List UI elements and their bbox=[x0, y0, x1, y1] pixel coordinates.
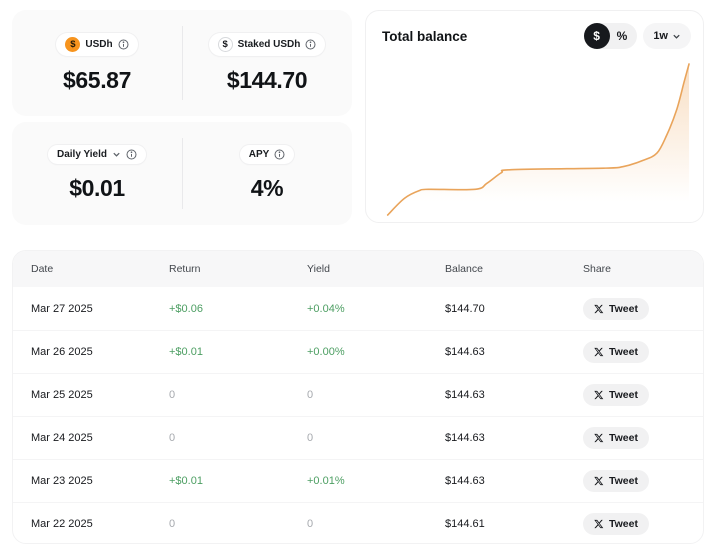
row-date: Mar 27 2025 bbox=[31, 302, 93, 315]
tweet-button-label: Tweet bbox=[609, 389, 638, 401]
row-return: 0 bbox=[169, 389, 176, 401]
x-logo-icon bbox=[594, 347, 604, 357]
row-return: 0 bbox=[169, 432, 176, 444]
chart-title: Total balance bbox=[382, 28, 468, 44]
table-row: Mar 24 2025 0 0 $144.63 Tweet bbox=[13, 416, 703, 459]
column-header-balance: Balance bbox=[445, 263, 483, 275]
range-dropdown[interactable]: 1w bbox=[643, 23, 691, 49]
row-return: +$0.01 bbox=[169, 346, 203, 358]
row-date: Mar 22 2025 bbox=[31, 518, 93, 530]
row-balance: $144.61 bbox=[445, 518, 485, 530]
staked-usdh-badge[interactable]: $ Staked USDh bbox=[208, 32, 326, 56]
info-icon[interactable] bbox=[118, 39, 129, 50]
chevron-down-icon bbox=[113, 152, 120, 157]
unit-percent-option[interactable]: % bbox=[610, 29, 638, 43]
staked-usdh-coin-icon: $ bbox=[217, 36, 233, 52]
row-return: 0 bbox=[169, 518, 176, 530]
row-yield: 0 bbox=[307, 518, 314, 530]
column-header-yield: Yield bbox=[307, 263, 330, 275]
usdh-value: $65.87 bbox=[63, 66, 131, 93]
history-table: Date Return Yield Balance Share Mar 27 2… bbox=[12, 250, 704, 544]
column-header-date: Date bbox=[31, 263, 54, 275]
row-return: +$0.06 bbox=[169, 302, 203, 315]
tweet-button[interactable]: Tweet bbox=[583, 297, 649, 320]
apy-value: 4% bbox=[250, 175, 284, 201]
staked-usdh-label: Staked USDh bbox=[237, 38, 301, 50]
chevron-down-icon bbox=[673, 34, 680, 39]
table-row: Mar 27 2025 +$0.06 +0.04% $144.70 Tweet bbox=[13, 287, 703, 330]
divider bbox=[182, 138, 183, 209]
table-row: Mar 25 2025 0 0 $144.63 Tweet bbox=[13, 373, 703, 416]
daily-yield-dropdown[interactable]: Daily Yield bbox=[47, 145, 147, 164]
table-header-row: Date Return Yield Balance Share bbox=[13, 251, 703, 287]
staked-usdh-stat: $ Staked USDh $144.70 bbox=[182, 10, 352, 116]
x-logo-icon bbox=[594, 433, 604, 443]
table-row: Mar 22 2025 0 0 $144.61 Tweet bbox=[13, 502, 703, 543]
apy-stat: APY 4% bbox=[182, 122, 352, 225]
column-header-return: Return bbox=[169, 263, 201, 275]
daily-yield-value: $0.01 bbox=[69, 175, 125, 201]
yield-apy-card: Daily Yield $0.01 APY 4% bbox=[12, 122, 352, 225]
table-row: Mar 23 2025 +$0.01 +0.01% $144.63 Tweet bbox=[13, 459, 703, 502]
tweet-button[interactable]: Tweet bbox=[583, 341, 649, 363]
row-yield: 0 bbox=[307, 432, 314, 444]
daily-yield-label: Daily Yield bbox=[56, 149, 108, 160]
row-yield: +0.00% bbox=[307, 346, 345, 358]
tweet-button[interactable]: Tweet bbox=[583, 470, 649, 492]
row-date: Mar 23 2025 bbox=[31, 475, 93, 487]
column-header-share: Share bbox=[583, 263, 612, 275]
daily-yield-stat: Daily Yield $0.01 bbox=[12, 122, 182, 225]
total-balance-card: Total balance $ % 1w bbox=[365, 10, 704, 223]
tweet-button-label: Tweet bbox=[609, 518, 638, 530]
tweet-button[interactable]: Tweet bbox=[583, 384, 649, 406]
row-return: +$0.01 bbox=[169, 475, 203, 487]
usdh-coin-icon: $ bbox=[65, 36, 81, 52]
tweet-button[interactable]: Tweet bbox=[583, 513, 649, 535]
table-row: Mar 26 2025 +$0.01 +0.00% $144.63 Tweet bbox=[13, 330, 703, 373]
row-date: Mar 25 2025 bbox=[31, 389, 93, 401]
row-balance: $144.70 bbox=[445, 302, 485, 315]
tweet-button-label: Tweet bbox=[609, 432, 638, 444]
dashboard-page: $ USDh $65.87 $ Staked USDh $144.70 Dail… bbox=[0, 0, 716, 551]
apy-badge[interactable]: APY bbox=[239, 145, 295, 164]
x-logo-icon bbox=[594, 304, 604, 313]
row-balance: $144.63 bbox=[445, 432, 485, 444]
row-yield: +0.01% bbox=[307, 475, 345, 487]
x-logo-icon bbox=[594, 390, 604, 400]
divider bbox=[182, 26, 183, 100]
row-yield: +0.04% bbox=[307, 302, 345, 315]
unit-dollar-option[interactable]: $ bbox=[583, 23, 610, 49]
range-label: 1w bbox=[653, 30, 668, 42]
usdh-badge[interactable]: $ USDh bbox=[56, 32, 138, 56]
info-icon[interactable] bbox=[274, 149, 285, 160]
balance-area-chart[interactable] bbox=[374, 57, 695, 217]
row-yield: 0 bbox=[307, 389, 314, 401]
tweet-button-label: Tweet bbox=[609, 302, 638, 315]
tweet-button-label: Tweet bbox=[609, 475, 638, 487]
row-balance: $144.63 bbox=[445, 389, 485, 401]
balances-card: $ USDh $65.87 $ Staked USDh $144.70 bbox=[12, 10, 352, 116]
row-date: Mar 24 2025 bbox=[31, 432, 93, 444]
usdh-label: USDh bbox=[85, 38, 113, 50]
x-logo-icon bbox=[594, 519, 604, 529]
x-logo-icon bbox=[594, 476, 604, 486]
row-date: Mar 26 2025 bbox=[31, 346, 93, 358]
info-icon[interactable] bbox=[126, 149, 137, 160]
row-balance: $144.63 bbox=[445, 346, 485, 358]
apy-label: APY bbox=[248, 149, 270, 160]
staked-usdh-value: $144.70 bbox=[226, 66, 308, 93]
usdh-stat: $ USDh $65.87 bbox=[12, 10, 182, 116]
tweet-button[interactable]: Tweet bbox=[583, 427, 649, 449]
table-body: Mar 27 2025 +$0.06 +0.04% $144.70 Tweet … bbox=[13, 287, 703, 543]
unit-toggle: $ % bbox=[583, 23, 638, 49]
row-balance: $144.63 bbox=[445, 475, 485, 487]
info-icon[interactable] bbox=[305, 39, 316, 50]
tweet-button-label: Tweet bbox=[609, 346, 638, 358]
